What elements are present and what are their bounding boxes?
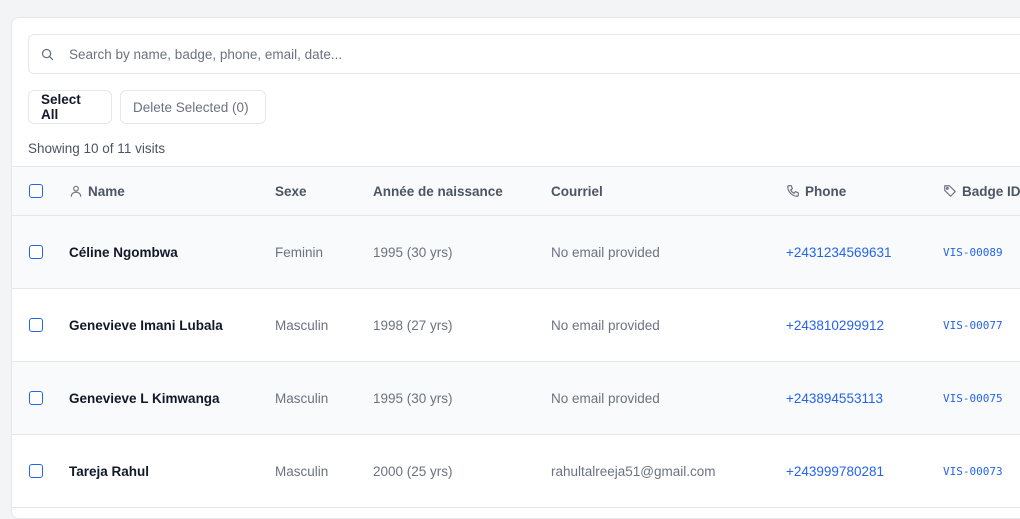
visitor-name: Céline Ngombwa [69,244,178,260]
visitor-name: Genevieve L Kimwanga [69,390,220,406]
row-checkbox[interactable] [29,391,43,405]
search-input[interactable] [67,45,971,63]
visitor-email: No email provided [551,317,660,333]
table-row[interactable]: Genevieve L Kimwanga Masculin 1995 (30 y… [12,362,1020,435]
visitor-badge-id: VIS-00089 [943,245,1003,259]
visitor-badge-id: VIS-00073 [943,464,1003,478]
visitor-birth-year: 1995 (30 yrs) [373,390,453,406]
search-icon [39,46,55,62]
select-all-checkbox[interactable] [29,184,43,198]
column-header-phone[interactable]: Phone [786,167,846,215]
visitor-sexe: Masculin [275,390,329,406]
column-header-phone-label: Phone [805,183,847,199]
visitor-phone-link[interactable]: +243810299912 [786,289,884,361]
user-icon [69,184,83,198]
select-all-button[interactable]: Select All [28,90,112,124]
column-header-name-label: Name [88,183,125,199]
column-header-sexe[interactable]: Sexe [275,167,307,215]
search-bar[interactable] [28,34,1020,74]
column-header-courriel-label: Courriel [551,183,603,199]
table-row[interactable]: Tareja Rahul Masculin 2000 (25 yrs) rahu… [12,435,1020,508]
table-header: Name Sexe Année de naissance Courriel Ph… [12,167,1020,216]
row-checkbox[interactable] [29,245,43,259]
visitor-badge-id: VIS-00077 [943,318,1003,332]
visitor-name: Genevieve Imani Lubala [69,317,223,333]
column-header-annee[interactable]: Année de naissance [373,167,503,215]
visitor-birth-year: 1998 (27 yrs) [373,317,453,333]
row-checkbox[interactable] [29,464,43,478]
visitor-birth-year: 2000 (25 yrs) [373,463,453,479]
table-row[interactable]: Céline Ngombwa Feminin 1995 (30 yrs) No … [12,216,1020,289]
column-header-name[interactable]: Name [69,167,125,215]
results-summary: Showing 10 of 11 visits [28,141,166,156]
visitor-phone-link[interactable]: +243894553113 [786,362,883,434]
visitor-badge-id: VIS-00075 [943,391,1003,405]
visitor-sexe: Masculin [275,317,329,333]
column-header-sexe-label: Sexe [275,183,307,199]
column-header-annee-label: Année de naissance [373,183,503,199]
column-header-badge-label: Badge ID [962,183,1020,199]
visitor-email: No email provided [551,244,660,260]
visitor-sexe: Masculin [275,463,329,479]
visitor-name: Tareja Rahul [69,463,150,479]
column-header-courriel[interactable]: Courriel [551,167,603,215]
visits-table: Name Sexe Année de naissance Courriel Ph… [12,166,1020,508]
visitor-email: rahultalreeja51@gmail.com [551,463,716,479]
row-checkbox[interactable] [29,318,43,332]
visitor-birth-year: 1995 (30 yrs) [373,244,453,260]
column-header-badge[interactable]: Badge ID [943,167,1020,215]
phone-icon [786,184,800,198]
visitor-email: No email provided [551,390,660,406]
visitor-sexe: Feminin [275,244,324,260]
visits-card: Select All Delete Selected (0) Showing 1… [11,17,1020,519]
delete-selected-button[interactable]: Delete Selected (0) [120,90,266,124]
tag-icon [943,184,957,198]
visitor-phone-link[interactable]: +243999780281 [786,435,884,507]
visitor-phone-link[interactable]: +2431234569631 [786,216,892,288]
table-row[interactable]: Genevieve Imani Lubala Masculin 1998 (27… [12,289,1020,362]
